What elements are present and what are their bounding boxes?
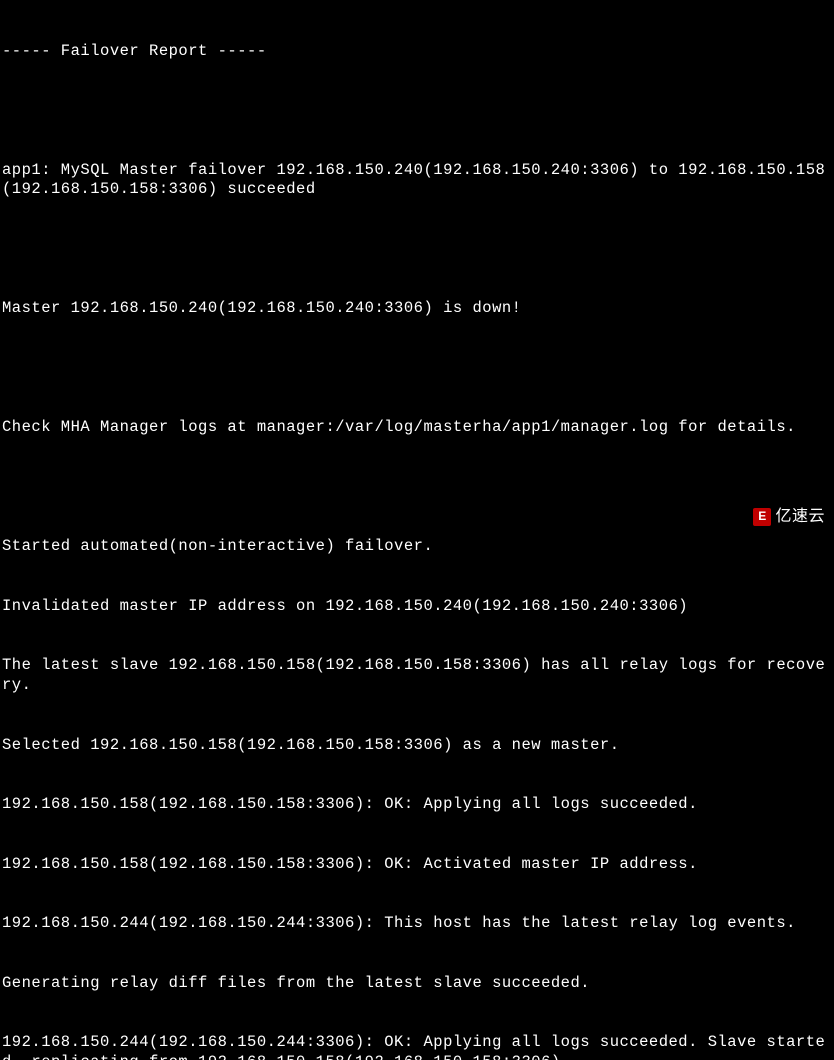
watermark-icon: E	[753, 508, 771, 526]
watermark-text: 亿速云	[775, 507, 825, 527]
terminal-line: 192.168.150.244(192.168.150.244:3306): O…	[2, 1033, 834, 1060]
terminal-line	[2, 101, 834, 121]
terminal-line: Generating relay diff files from the lat…	[2, 974, 834, 994]
terminal-line: app1: MySQL Master failover 192.168.150.…	[2, 161, 834, 201]
terminal-line: ----- Failover Report -----	[2, 42, 834, 62]
terminal-line: Invalidated master IP address on 192.168…	[2, 597, 834, 617]
terminal-line: Check MHA Manager logs at manager:/var/l…	[2, 418, 834, 438]
terminal-line: Selected 192.168.150.158(192.168.150.158…	[2, 736, 834, 756]
terminal-line: 192.168.150.158(192.168.150.158:3306): O…	[2, 795, 834, 815]
terminal-output: ----- Failover Report ----- app1: MySQL …	[2, 2, 834, 1060]
terminal-line: Master 192.168.150.240(192.168.150.240:3…	[2, 299, 834, 319]
watermark: E 亿速云	[750, 506, 828, 528]
terminal-line: The latest slave 192.168.150.158(192.168…	[2, 656, 834, 696]
terminal-line	[2, 240, 834, 260]
terminal-line	[2, 359, 834, 379]
terminal-line	[2, 478, 834, 498]
terminal-line: Started automated(non-interactive) failo…	[2, 537, 834, 557]
terminal-line: 192.168.150.244(192.168.150.244:3306): T…	[2, 914, 834, 934]
terminal-line: 192.168.150.158(192.168.150.158:3306): O…	[2, 855, 834, 875]
